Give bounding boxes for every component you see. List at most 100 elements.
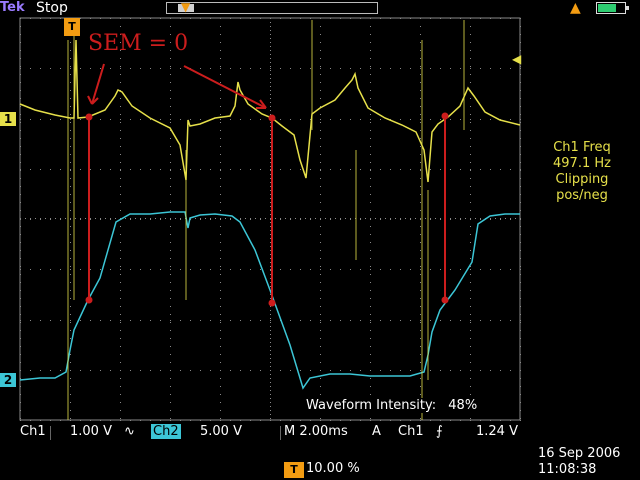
grid-dot (275, 218, 276, 219)
grid-dot (270, 254, 271, 255)
grid-dot (320, 346, 321, 347)
grid-dot (155, 218, 156, 219)
grid-dot (270, 402, 271, 403)
grid-dot (330, 320, 331, 321)
grid-dot (165, 218, 166, 219)
grid-dot (70, 218, 71, 219)
grid-dot (60, 269, 61, 270)
grid-dot (110, 68, 111, 69)
grid-dot (220, 42, 221, 43)
grid-dot (120, 98, 121, 99)
grid-dot (335, 218, 336, 219)
grid-dot (100, 269, 101, 270)
grid-dot (320, 290, 321, 291)
grid-dot (290, 218, 291, 219)
grid-dot (470, 346, 471, 347)
grid-dot (150, 169, 151, 170)
grid-dot (30, 218, 31, 219)
grid-dot (270, 222, 271, 223)
grid-dot (70, 418, 71, 419)
grid-dot (320, 210, 321, 211)
grid-dot (370, 330, 371, 331)
grid-dot (320, 50, 321, 51)
grid-dot (270, 414, 271, 415)
grid-dot (270, 94, 271, 95)
grid-dot (30, 119, 31, 120)
grid-dot (220, 354, 221, 355)
grid-dot (220, 90, 221, 91)
grid-dot (470, 34, 471, 35)
ch1-marker[interactable]: 1 (0, 112, 16, 126)
grid-dot (120, 242, 121, 243)
grid-dot (410, 320, 411, 321)
grid-dot (470, 362, 471, 363)
grid-dot (170, 306, 171, 307)
sem-marker-dot (85, 113, 93, 121)
grid-dot (270, 138, 271, 139)
grid-dot (170, 282, 171, 283)
grid-dot (90, 370, 91, 371)
grid-dot (120, 290, 121, 291)
grid-dot (70, 50, 71, 51)
grid-dot (320, 418, 321, 419)
pretrigger-icon: T (284, 462, 304, 478)
trigger-level-marker[interactable]: ◀ (512, 52, 521, 66)
grid-dot (320, 269, 321, 270)
grid-dot (440, 219, 441, 220)
grid-dot (200, 218, 201, 219)
grid-dot (480, 219, 481, 220)
grid-dot (70, 314, 71, 315)
grid-dot (270, 246, 271, 247)
grid-dot (490, 219, 491, 220)
grid-dot (160, 219, 161, 220)
grid-dot (320, 394, 321, 395)
ch2-label[interactable]: Ch2 (151, 424, 181, 439)
grid-dot (380, 219, 381, 220)
grid-dot (470, 330, 471, 331)
grid-dot (140, 219, 141, 220)
ch2-marker[interactable]: 2 (0, 373, 16, 387)
grid-dot (60, 169, 61, 170)
grid-dot (170, 354, 171, 355)
grid-dot (220, 322, 221, 323)
grid-dot (320, 378, 321, 379)
grid-dot (320, 66, 321, 67)
grid-dot (110, 370, 111, 371)
grid-dot (320, 169, 321, 170)
grid-dot (250, 269, 251, 270)
grid-dot (320, 386, 321, 387)
ch1-scale: 1.00 V (70, 424, 112, 439)
grid-dot (430, 370, 431, 371)
sem-arrow (183, 65, 267, 109)
grid-dot (150, 68, 151, 69)
grid-dot (240, 218, 241, 219)
grid-dot (300, 269, 301, 270)
grid-dot (120, 58, 121, 59)
grid-dot (460, 218, 461, 219)
ch1-label[interactable]: Ch1 (20, 424, 46, 439)
grid-dot (320, 42, 321, 43)
grid-dot (120, 119, 121, 120)
grid-dot (370, 298, 371, 299)
grid-dot (380, 269, 381, 270)
grid-dot (270, 38, 271, 39)
grid-dot (370, 42, 371, 43)
grid-dot (100, 169, 101, 170)
intensity-label: Waveform Intensity: (306, 398, 437, 413)
grid-dot (170, 386, 171, 387)
grid-dot (330, 269, 331, 270)
grid-dot (220, 258, 221, 259)
grid-dot (260, 169, 261, 170)
grid-dot (70, 138, 71, 139)
grid-dot (170, 418, 171, 419)
grid-dot (470, 219, 471, 220)
grid-dot (470, 338, 471, 339)
trigger-time-marker[interactable]: T (64, 18, 80, 36)
grid-dot (280, 68, 281, 69)
grid-dot (70, 68, 71, 69)
grid-dot (70, 258, 71, 259)
grid-dot (410, 370, 411, 371)
grid-dot (220, 218, 221, 219)
grid-dot (370, 218, 371, 219)
grid-dot (420, 370, 421, 371)
